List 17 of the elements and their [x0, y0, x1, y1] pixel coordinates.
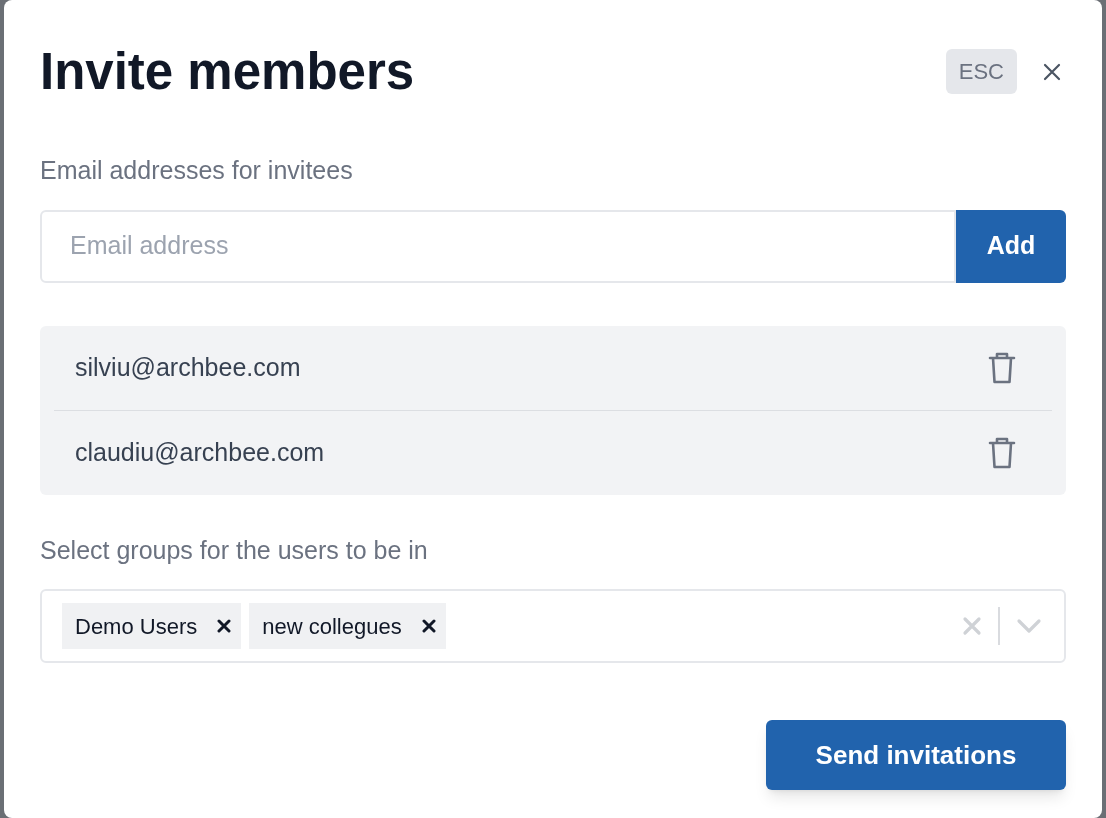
group-name: new collegues — [262, 612, 402, 641]
remove-icon[interactable] — [421, 619, 436, 633]
invitee-email: claudiu@archbee.com — [75, 437, 325, 468]
group-name: Demo Users — [75, 612, 198, 641]
close-icon[interactable] — [1042, 61, 1062, 82]
email-input[interactable]: Email address — [40, 209, 956, 283]
add-button[interactable]: Add — [956, 209, 1066, 283]
trash-icon — [987, 350, 1017, 385]
remove-icon[interactable] — [217, 619, 232, 633]
trash-icon — [987, 435, 1017, 470]
dialog-title: Invite members — [40, 46, 415, 97]
field-label: Email addresses for invitees — [40, 155, 354, 186]
field-label: Select groups for the users to be in — [40, 534, 429, 566]
invitee-email: silviu@archbee.com — [75, 352, 301, 383]
esc-hint: ESC — [945, 49, 1017, 94]
send-invitations-button[interactable]: Send invitations — [766, 720, 1066, 790]
group-select[interactable]: Demo Users new collegues — [40, 589, 1066, 663]
